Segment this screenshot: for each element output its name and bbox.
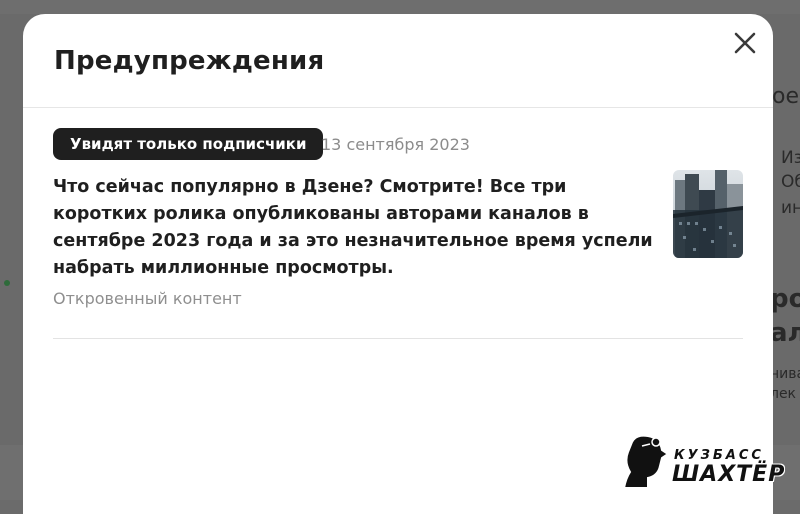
kuzbass-shakhter-watermark: КУЗБАСС ШАХТЁР — [618, 432, 788, 492]
background-top-band — [0, 0, 800, 14]
item-divider — [53, 338, 743, 339]
modal-title: Предупреждения — [54, 46, 325, 76]
miner-head-logo-icon — [622, 434, 670, 489]
post-date: 13 сентября 2023 — [321, 135, 470, 154]
background-text: ин — [781, 198, 800, 218]
background-text: нива — [770, 366, 800, 382]
close-icon — [734, 32, 756, 54]
close-button[interactable] — [730, 28, 760, 58]
post-text[interactable]: Что сейчас популярно в Дзене? Смотрите! … — [53, 174, 658, 282]
background-text: род — [770, 284, 800, 314]
header-divider — [23, 107, 773, 108]
background-status-dot — [4, 280, 10, 286]
post-source: Откровенный контент — [53, 289, 242, 308]
city-skyscraper-thumbnail-icon — [673, 170, 743, 258]
subscribers-only-badge: Увидят только подписчики — [53, 128, 324, 160]
background-text: лек — [770, 386, 797, 402]
background-text: ое — [772, 84, 799, 109]
watermark-line1: КУЗБАСС — [674, 448, 764, 463]
watermark-line2: ШАХТЁР — [672, 462, 786, 487]
post-thumbnail[interactable] — [673, 170, 743, 258]
background-text: Из — [781, 148, 800, 168]
background-text: Об — [781, 172, 800, 192]
background-text: ал — [770, 318, 800, 348]
